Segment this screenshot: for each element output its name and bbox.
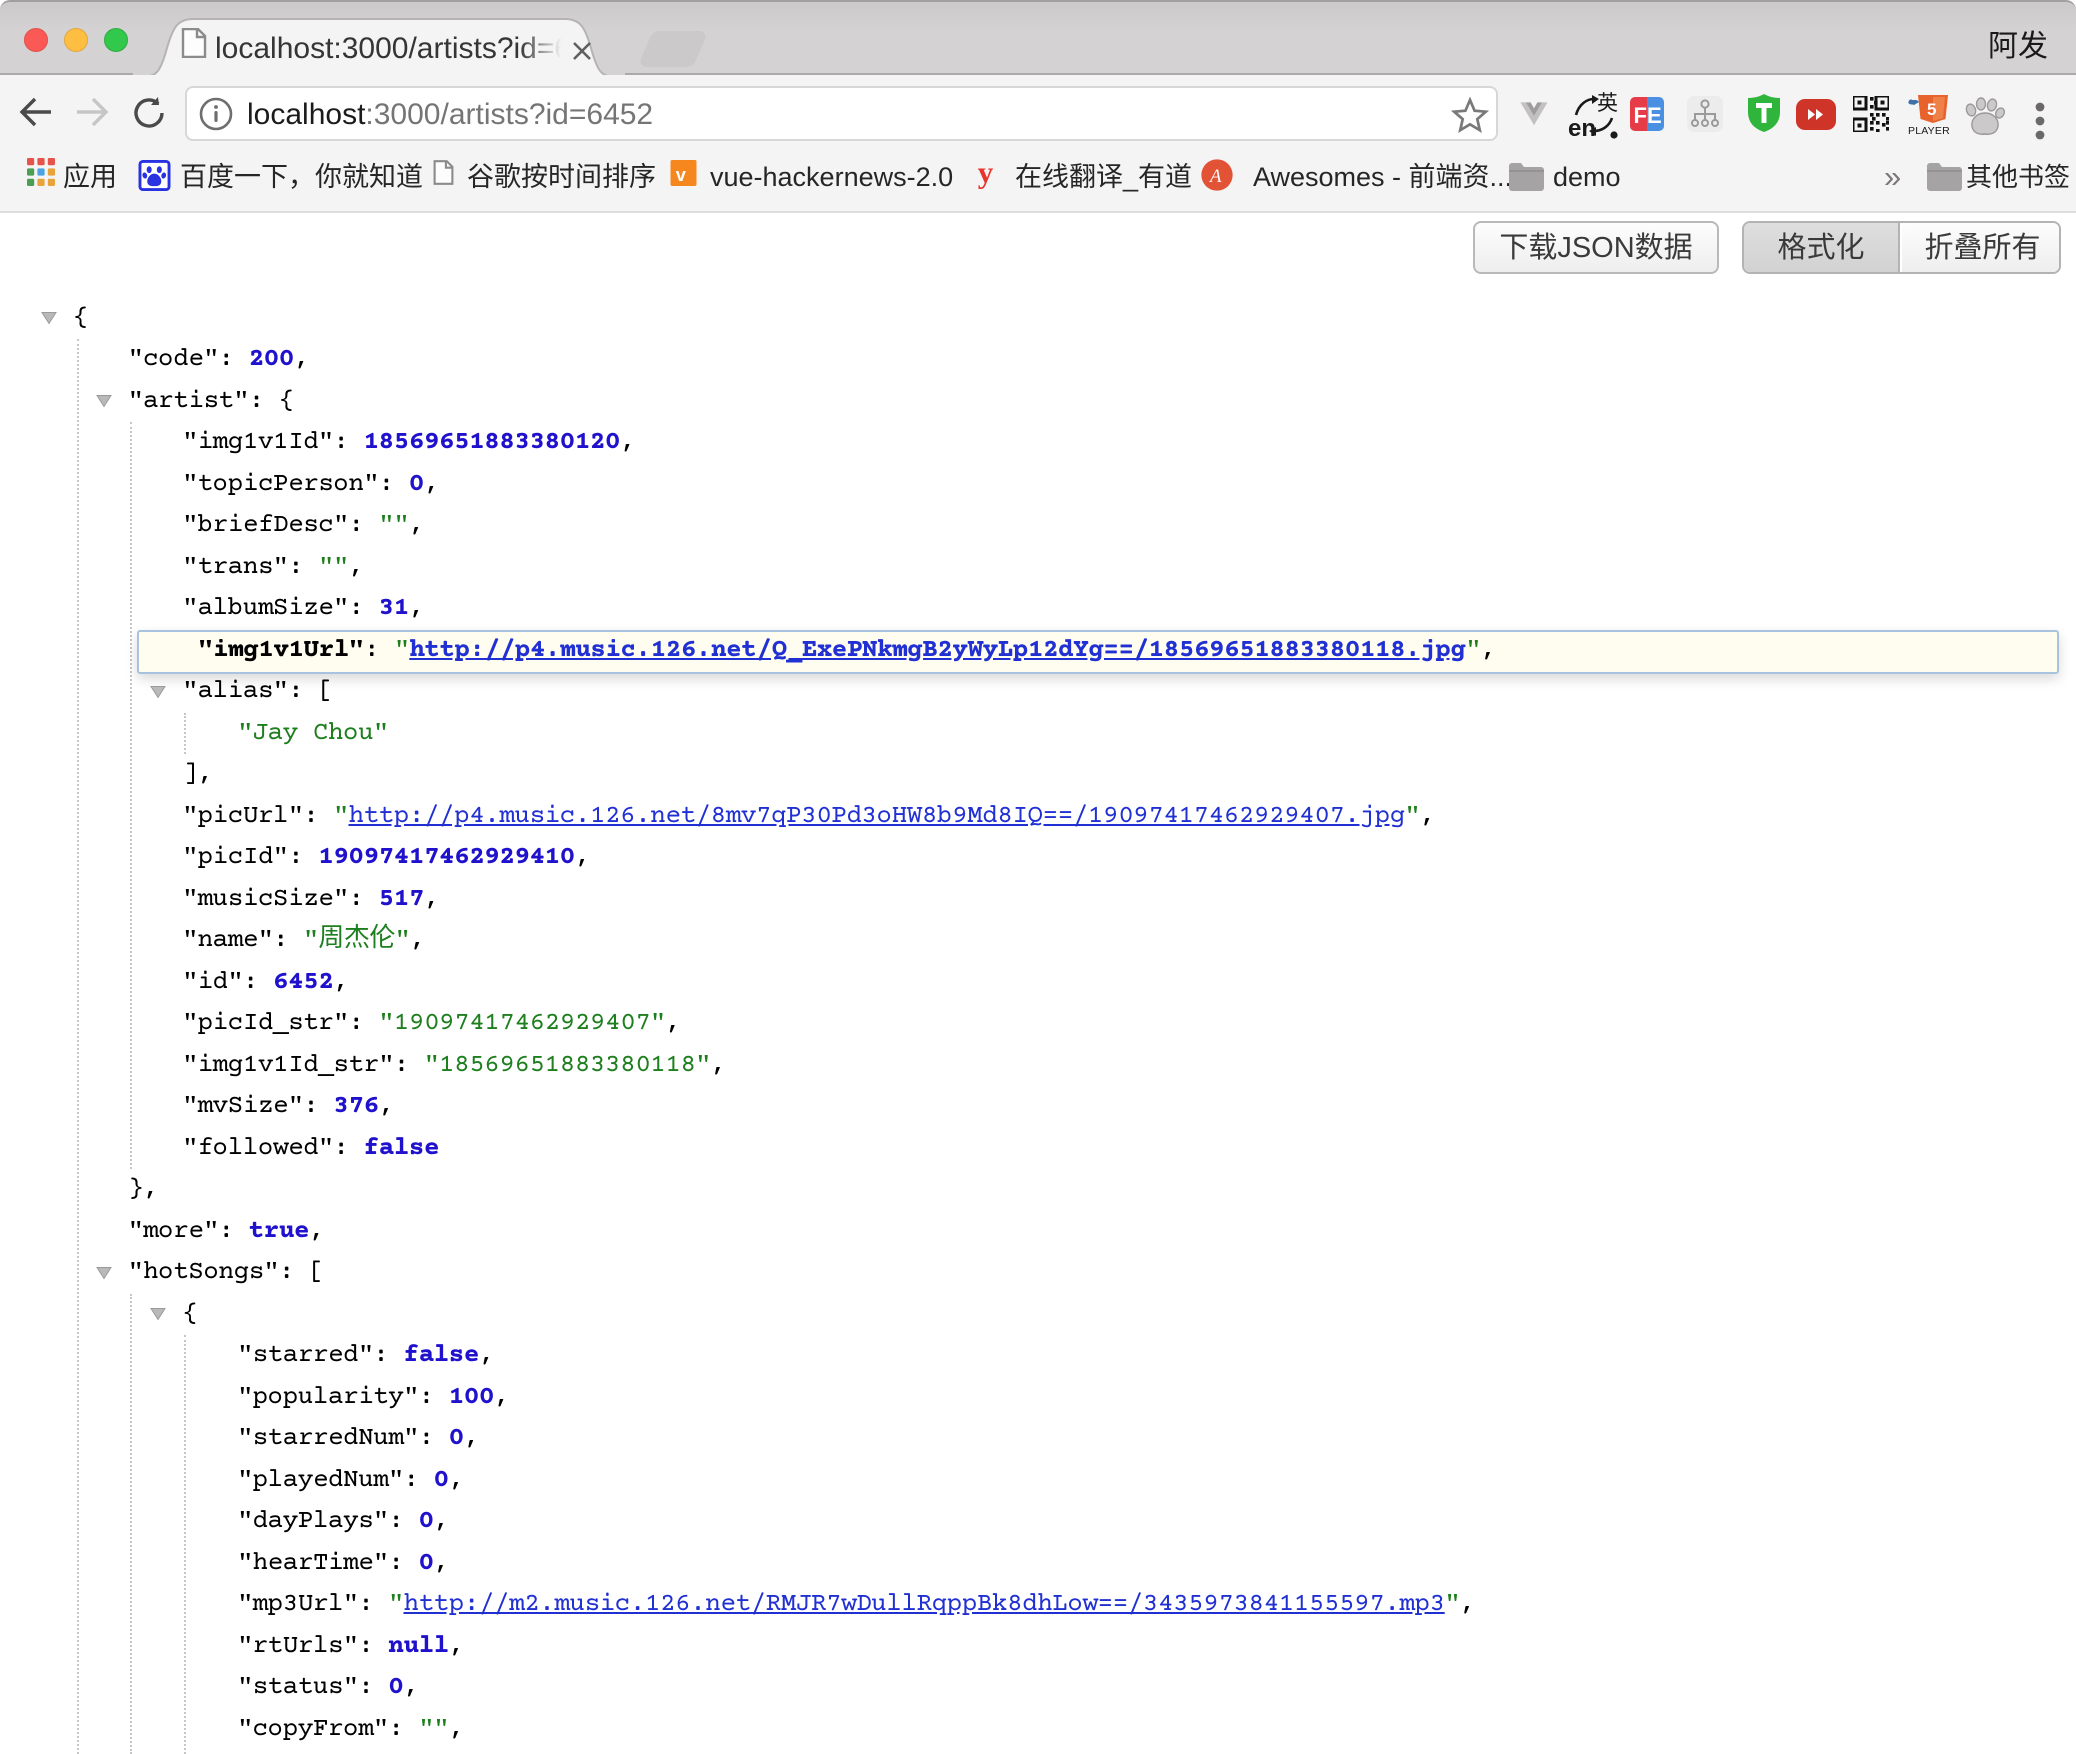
svg-text:y: y (978, 160, 994, 190)
svg-text:PLAYER: PLAYER (1908, 125, 1950, 135)
svg-text:FE: FE (1634, 103, 1662, 128)
svg-text:5: 5 (1927, 100, 1936, 119)
svg-text:A: A (1208, 166, 1222, 187)
svg-text:v: v (676, 165, 687, 185)
svg-text:英: 英 (1597, 90, 1618, 117)
svg-text:en: en (1568, 115, 1596, 142)
